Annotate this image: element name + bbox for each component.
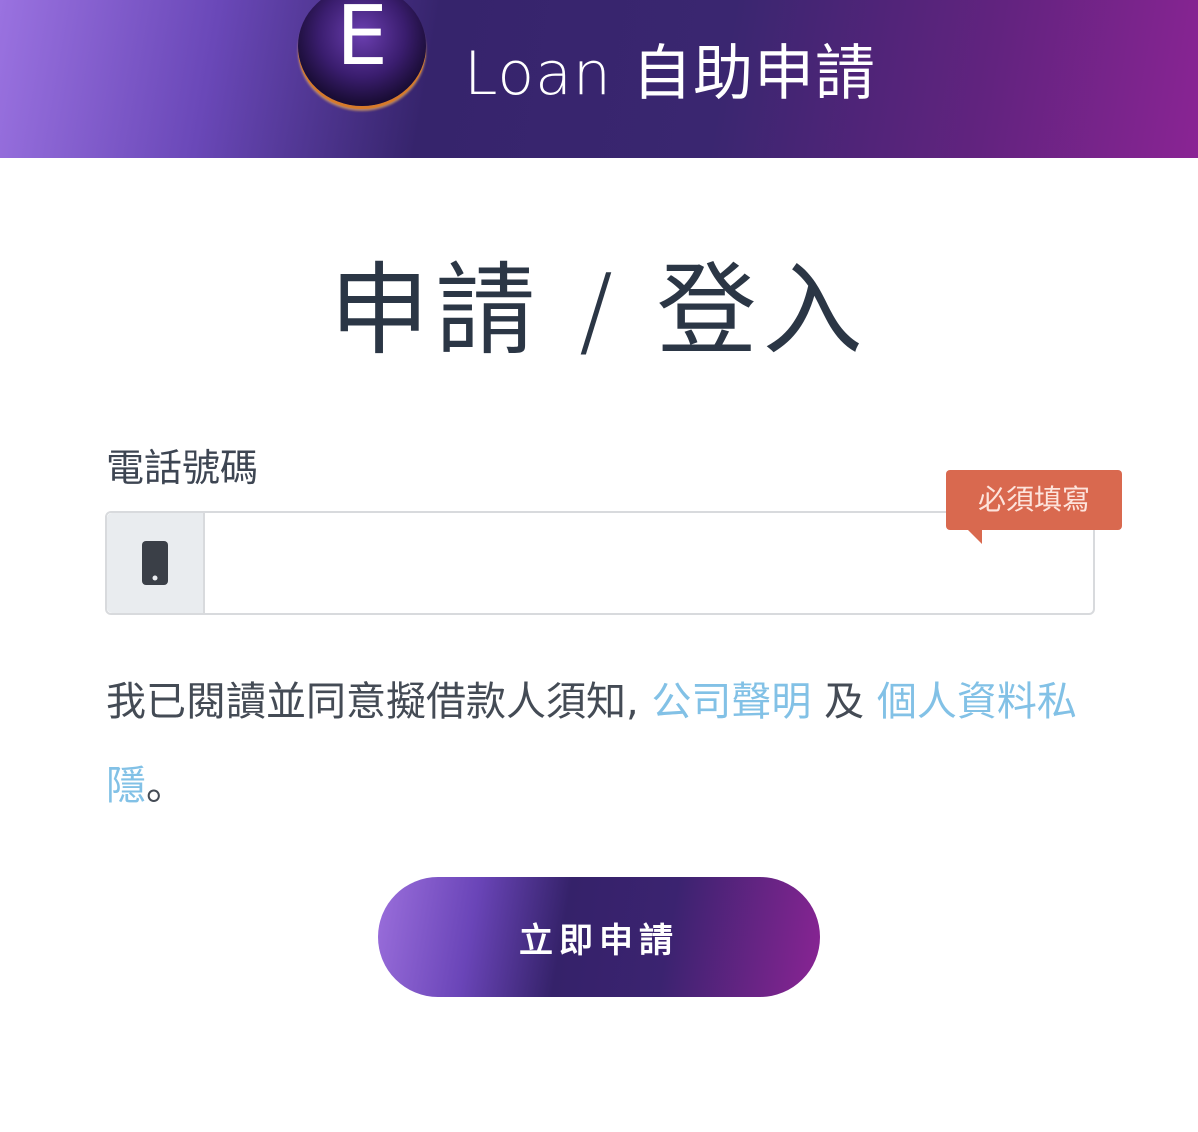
page-title: 申請 / 登入 — [329, 252, 869, 369]
agreement-text: 我已閱讀並同意擬借款人須知, 公司聲明 及 個人資料私隱。 — [106, 660, 1096, 828]
agreement-prefix: 我已閱讀並同意擬借款人須知, — [106, 679, 639, 725]
agreement-joiner: 及 — [824, 679, 865, 725]
tooltip-tail — [968, 530, 982, 544]
required-tooltip: 必須填寫 — [946, 470, 1122, 530]
brand-logo: E — [298, 0, 426, 106]
mobile-phone-icon — [142, 541, 168, 585]
phone-addon — [107, 513, 205, 613]
phone-label: 電話號碼 — [106, 446, 259, 490]
header-banner: E Loan 自助申請 — [0, 0, 1198, 158]
agreement-suffix: 。 — [146, 763, 186, 809]
brand-title: Loan 自助申請 — [464, 39, 876, 109]
logo-letter: E — [336, 0, 388, 84]
company-statement-link[interactable]: 公司聲明 — [651, 679, 811, 725]
apply-now-button[interactable]: 立即申請 — [378, 877, 820, 997]
